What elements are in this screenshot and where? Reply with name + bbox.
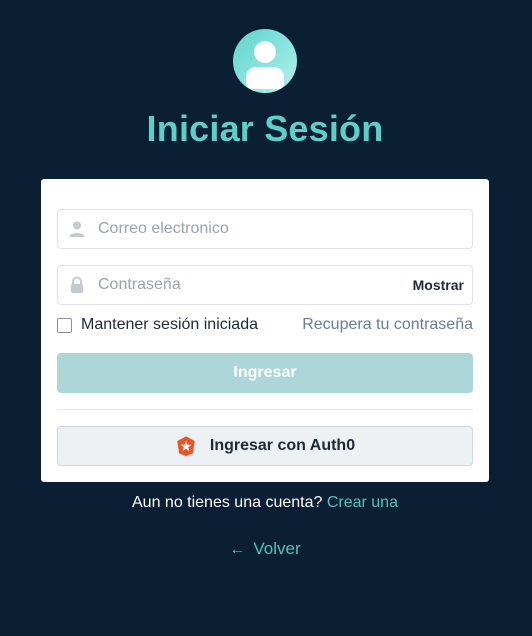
divider [57,409,473,410]
user-avatar-icon [233,29,297,93]
recover-password-link[interactable]: Recupera tu contraseña [302,316,473,334]
signup-text: Aun no tienes una cuenta? [132,494,323,511]
remember-me[interactable]: Mantener sesión iniciada [57,316,258,334]
arrow-left-icon: ← [229,541,246,558]
back-link[interactable]: ← Volver [0,539,530,559]
remember-me-label: Mantener sesión iniciada [81,316,258,333]
password-input[interactable] [98,266,398,304]
auth0-icon [177,436,195,457]
password-field[interactable]: Mostrar [57,265,473,305]
login-submit-button[interactable]: Ingresar [57,353,473,393]
auth0-login-button[interactable]: Ingresar con Auth0 [57,426,473,466]
user-icon [69,221,85,237]
login-card: Mostrar Mantener sesión iniciada Recuper… [41,179,489,482]
back-label: Volver [253,539,301,558]
page-title: Iniciar Sesión [146,108,384,149]
email-field[interactable] [57,209,473,249]
email-input[interactable] [98,210,398,248]
signup-prompt: Aun no tienes una cuenta? Crear una [0,494,530,512]
show-password-button[interactable]: Mostrar [413,277,464,293]
signup-link[interactable]: Crear una [327,494,398,511]
auth0-login-label: Ingresar con Auth0 [209,437,356,454]
remember-me-checkbox[interactable] [57,317,72,333]
lock-icon [71,276,83,293]
